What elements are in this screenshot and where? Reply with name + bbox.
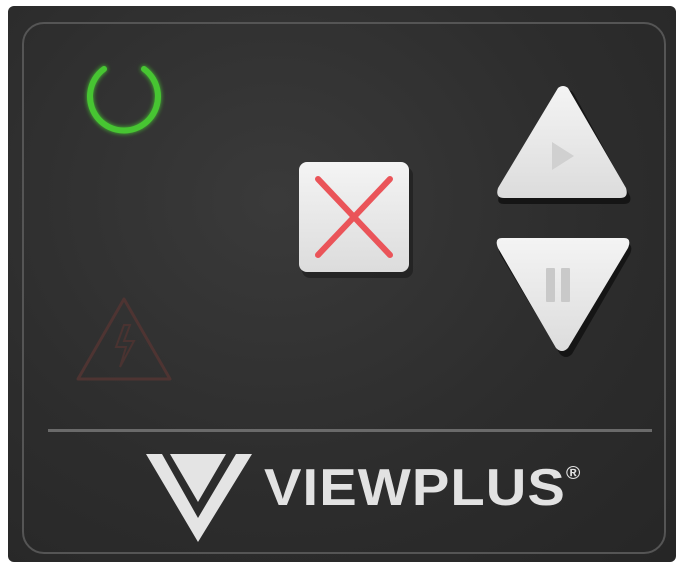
brand-name: VIEWPLUS® (264, 458, 581, 518)
control-panel: VIEWPLUS® (8, 6, 676, 562)
device-panel-frame: VIEWPLUS® (0, 0, 683, 569)
separator-line (48, 429, 652, 432)
brand-text: VIEWPLUS (264, 459, 566, 517)
power-icon[interactable] (74, 42, 174, 148)
warning-icon (76, 297, 172, 381)
registered-mark: ® (565, 463, 582, 483)
stop-button[interactable] (298, 161, 415, 278)
viewplus-logo-icon (146, 454, 252, 542)
pause-button[interactable] (492, 234, 634, 358)
play-button[interactable] (492, 84, 634, 208)
